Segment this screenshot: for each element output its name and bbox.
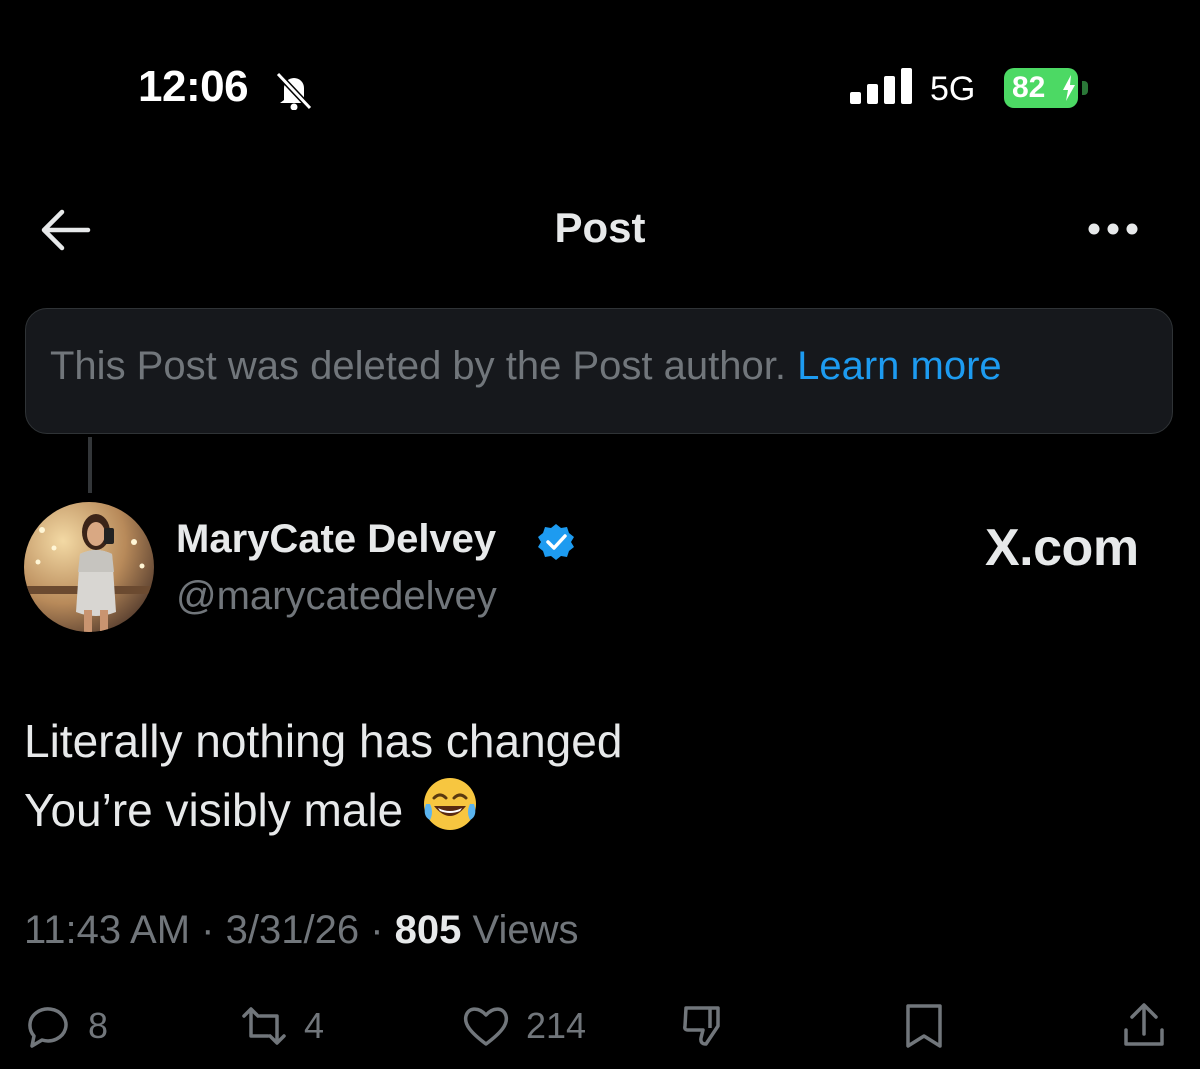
battery-level: 82: [1012, 71, 1046, 104]
reply-count: 8: [88, 1005, 109, 1046]
verified-badge-icon: [538, 524, 574, 560]
reply-button[interactable]: 8: [22, 996, 108, 1056]
share-button[interactable]: [1118, 996, 1170, 1056]
battery-indicator: 82: [1004, 68, 1090, 108]
reply-icon: [28, 1007, 68, 1048]
repost-button[interactable]: 4: [238, 996, 324, 1056]
thread-connector-line: [88, 437, 92, 493]
page-title: Post: [554, 204, 646, 251]
repost-count: 4: [304, 1005, 325, 1046]
views-label: Views: [472, 908, 579, 952]
post-time: 11:43 AM: [24, 908, 191, 952]
charging-bolt-icon: [1063, 75, 1075, 101]
post-text: Literally nothing has changed You’re vis…: [24, 708, 622, 843]
post-line-1: Literally nothing has changed: [24, 715, 623, 767]
avatar[interactable]: [24, 502, 154, 632]
notice-text: This Post was deleted by the Post author…: [50, 344, 786, 388]
status-time: 12:06: [138, 62, 249, 111]
laughing-crying-emoji-icon: [424, 778, 477, 830]
bookmark-icon: [906, 1004, 942, 1048]
signal-icon: [850, 68, 912, 104]
views-count: 805: [394, 908, 462, 952]
like-button[interactable]: 214: [460, 996, 586, 1056]
like-count: 214: [526, 1005, 587, 1046]
author-handle[interactable]: @marycatedelvey: [176, 574, 497, 619]
more-options-icon[interactable]: [1086, 218, 1140, 240]
meta-separator: ·: [201, 908, 215, 952]
network-label: 5G: [930, 70, 976, 108]
heart-icon: [463, 1007, 509, 1046]
meta-separator: ·: [370, 908, 384, 952]
learn-more-link[interactable]: Learn more: [797, 344, 1002, 388]
post-line-2: You’re visibly male: [24, 784, 404, 836]
deleted-post-notice: This Post was deleted by the Post author…: [25, 308, 1173, 434]
thumbs-down-icon: [683, 1006, 720, 1046]
repost-icon: [242, 1007, 286, 1045]
bell-slash-icon: [275, 71, 313, 110]
bookmark-button[interactable]: [898, 996, 950, 1056]
post-date: 3/31/26: [225, 908, 360, 952]
share-icon: [1124, 1003, 1164, 1046]
watermark: X.com: [985, 519, 1139, 577]
author-name[interactable]: MaryCate Delvey: [176, 517, 496, 562]
post-meta: 11:43 AM · 3/31/26 · 805 Views: [24, 908, 579, 953]
dislike-button[interactable]: [678, 996, 730, 1056]
